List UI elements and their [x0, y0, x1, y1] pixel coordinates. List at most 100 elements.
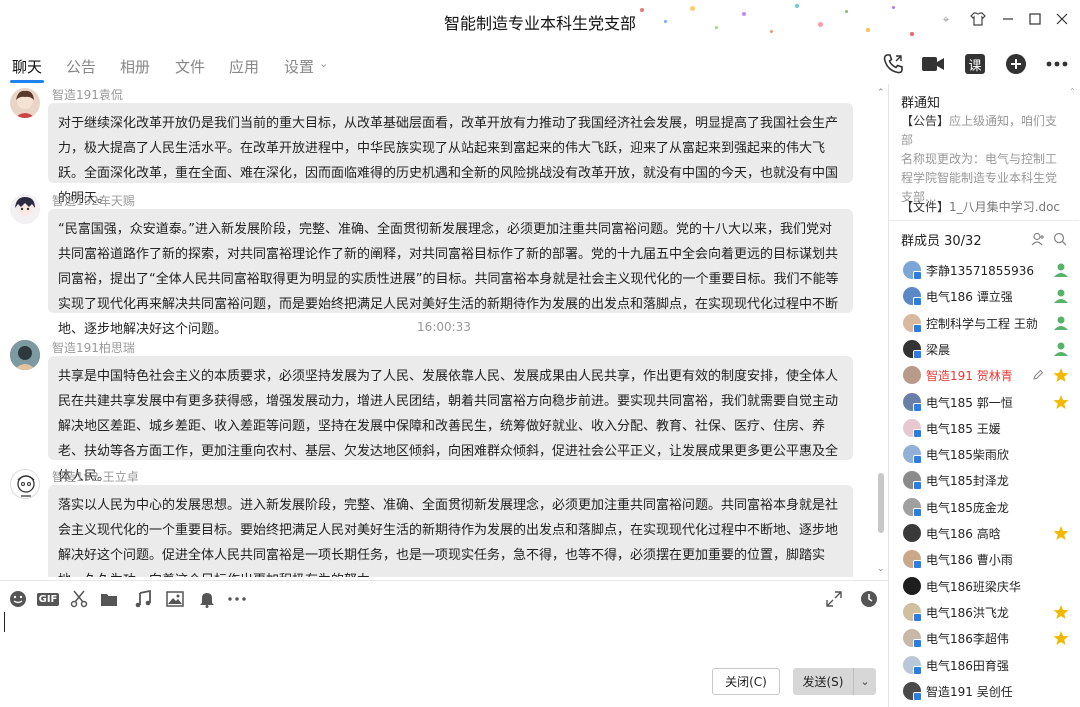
device-badge-icon: [913, 507, 922, 517]
send-options-chevron-icon[interactable]: ⌄: [853, 668, 876, 695]
member-name: 电气185封泽龙: [926, 474, 1009, 489]
admin-icon: [1052, 261, 1070, 279]
message-bubble: 落实以人民为中心的发展思想。进入新发展阶段，完整、准确、全面贯彻新发展理念，必须…: [48, 485, 853, 577]
group-side-panel: ⌃ 群通知 【公告】应上级通知，咱们支部 名称现更改为：电气与控制工程学院智能制…: [888, 84, 1080, 707]
phone-icon[interactable]: [880, 52, 906, 76]
search-member-icon[interactable]: [1052, 231, 1068, 247]
pin-icon[interactable]: ⌖: [934, 8, 958, 30]
member-item[interactable]: 电气186 曹小雨: [889, 546, 1079, 572]
avatar[interactable]: [10, 88, 40, 118]
member-name: 电气186 曹小雨: [926, 553, 1013, 568]
more-icon[interactable]: [1044, 52, 1070, 76]
bell-icon[interactable]: [195, 587, 219, 611]
tab-album[interactable]: 相册: [120, 56, 150, 77]
tab-announcement[interactable]: 公告: [66, 56, 96, 77]
member-name: 电气185柴雨欣: [926, 448, 1009, 463]
member-item[interactable]: 电气186李超伟: [889, 625, 1079, 651]
message-timestamp: 16:00:33: [417, 320, 471, 334]
member-avatar[interactable]: [903, 366, 921, 385]
member-item[interactable]: 电气186 高晗: [889, 520, 1079, 546]
member-name: 电气185庞金龙: [926, 500, 1009, 515]
member-item[interactable]: 李静13571855936: [889, 257, 1079, 283]
avatar[interactable]: [10, 194, 40, 224]
member-item[interactable]: 智造191 吴创任: [889, 678, 1079, 704]
member-name: 电气186 高晗: [926, 527, 1001, 541]
member-item[interactable]: 电气186田育强: [889, 652, 1079, 678]
message-input[interactable]: [0, 616, 888, 662]
title-bar: 智能制造专业本科生党支部 ⌖: [0, 0, 1080, 42]
active-tab-indicator: [10, 80, 44, 83]
course-icon[interactable]: 课: [962, 52, 988, 76]
maximize-icon[interactable]: [1023, 8, 1047, 30]
folder-icon[interactable]: [97, 587, 121, 611]
close-icon[interactable]: [1050, 8, 1074, 30]
scroll-up-icon[interactable]: ⌃: [877, 88, 885, 98]
more-tools-icon[interactable]: [225, 587, 249, 611]
member-name: 电气186 谭立强: [926, 290, 1013, 305]
panel-scroll-up-icon[interactable]: ⌃: [1069, 87, 1077, 97]
minimize-icon[interactable]: [996, 8, 1020, 30]
group-notice-content[interactable]: 【公告】应上级通知，咱们支部 名称现更改为：电气与控制工程学院智能制造专业本科生…: [901, 112, 1066, 207]
member-item[interactable]: 电气185庞金龙: [889, 494, 1079, 520]
text-cursor: [4, 612, 5, 632]
gif-icon[interactable]: GIF: [36, 587, 60, 611]
device-badge-icon: [913, 428, 922, 438]
edit-icon[interactable]: [1030, 366, 1046, 384]
send-button[interactable]: 发送(S): [793, 668, 853, 695]
member-name: 电气185 郭一恒: [926, 395, 1013, 410]
avatar[interactable]: [10, 340, 40, 370]
message-sender: 智造192车天赐: [52, 194, 135, 208]
video-icon[interactable]: [920, 52, 946, 76]
tab-settings[interactable]: 设置: [284, 56, 314, 77]
device-badge-icon: [913, 455, 922, 465]
chevron-down-icon[interactable]: ⌄: [319, 57, 328, 70]
avatar[interactable]: [10, 469, 40, 499]
star-icon: [1052, 524, 1070, 542]
emoji-icon[interactable]: [6, 587, 30, 611]
expand-icon[interactable]: [822, 587, 846, 611]
star-icon: [1052, 603, 1070, 621]
music-icon[interactable]: [131, 587, 155, 611]
admin-icon: [1052, 287, 1070, 305]
add-member-icon[interactable]: [1030, 231, 1046, 247]
chat-scrollbar[interactable]: ⌃ ⌄: [876, 88, 886, 576]
member-name: 控制科学与工程 王勍: [926, 316, 1038, 331]
close-button[interactable]: 关闭(C): [712, 668, 780, 695]
admin-icon: [1052, 340, 1070, 358]
member-item[interactable]: 电气185 郭一恒: [889, 389, 1079, 415]
image-icon[interactable]: [163, 587, 187, 611]
chat-scroll-thumb[interactable]: [878, 473, 884, 533]
member-item[interactable]: 电气185封泽龙: [889, 467, 1079, 493]
device-badge-icon: [913, 665, 922, 675]
member-avatar[interactable]: [903, 576, 921, 595]
device-badge-icon: [913, 639, 922, 649]
member-avatar[interactable]: [903, 524, 921, 542]
member-item[interactable]: 电气186 谭立强: [889, 283, 1079, 309]
tab-apps[interactable]: 应用: [229, 56, 259, 77]
history-icon[interactable]: [857, 587, 881, 611]
tab-files[interactable]: 文件: [175, 56, 205, 77]
chat-message-list[interactable]: 智造191袁侃 对于继续深化改革开放仍是我们当前的重大目标，从改革基础层面看，改…: [0, 84, 888, 577]
add-icon[interactable]: [1003, 52, 1029, 76]
device-badge-icon: [913, 297, 922, 307]
member-name: 电气185 王媛: [926, 421, 1001, 436]
admin-icon: [1052, 314, 1070, 332]
member-item[interactable]: 电气185 王媛: [889, 415, 1079, 441]
member-item[interactable]: 电气186洪飞龙: [889, 599, 1079, 625]
star-icon: [1052, 366, 1070, 384]
member-item[interactable]: 控制科学与工程 王勍: [889, 310, 1079, 336]
member-item[interactable]: 电气186班梁庆华: [889, 573, 1079, 599]
screenshot-icon[interactable]: [67, 587, 91, 611]
skin-icon[interactable]: [966, 8, 990, 30]
device-badge-icon: [913, 402, 922, 412]
course-label: 课: [965, 54, 985, 74]
device-badge-icon: [913, 271, 922, 280]
group-file-link[interactable]: 【文件】1_八月集中学习.doc: [901, 198, 1060, 215]
member-item[interactable]: 智造191 贺林青: [889, 362, 1079, 388]
tab-chat[interactable]: 聊天: [12, 56, 42, 77]
scroll-down-icon[interactable]: ⌄: [877, 564, 885, 574]
member-item[interactable]: 电气185柴雨欣: [889, 441, 1079, 467]
member-name: 智造191 吴创任: [926, 684, 1013, 699]
member-item[interactable]: 梁晨: [889, 336, 1079, 362]
device-badge-icon: [913, 691, 922, 701]
